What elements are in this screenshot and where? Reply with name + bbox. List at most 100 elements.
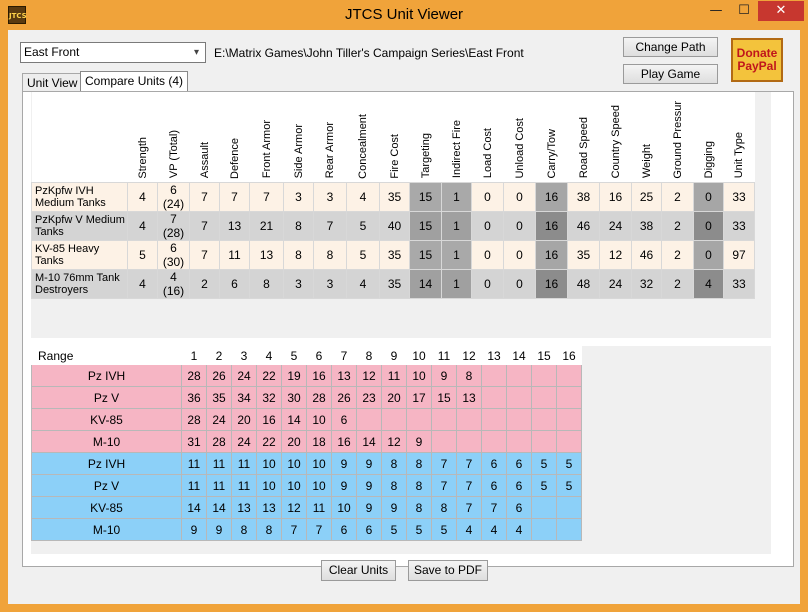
donate-paypal-button[interactable]: Donate PayPal <box>731 38 783 82</box>
table-cell[interactable]: 2 <box>661 268 694 299</box>
column-header[interactable]: Load Cost <box>471 92 504 182</box>
table-cell[interactable]: 38 <box>631 210 662 241</box>
table-cell[interactable]: 15 <box>409 181 442 212</box>
table-cell[interactable]: 7 <box>313 210 347 241</box>
table-cell[interactable]: 33 <box>723 210 755 241</box>
table-cell[interactable]: 0 <box>471 239 504 270</box>
table-row[interactable]: M-10 76mm Tank Destroyers 4 4 (16) 2 6 8 3 3 4 35… <box>31 268 755 299</box>
column-header[interactable]: Concealment <box>346 92 380 182</box>
table-cell[interactable]: 16 <box>535 210 568 241</box>
blue-range-row[interactable]: KV-85 14 14 13 13 12 11 10 9 9 8 8 7 7 6 <box>31 496 582 519</box>
column-header[interactable]: Targeting <box>409 92 442 182</box>
title-bar[interactable]: JTCS JTCS Unit Viewer — ☐ ✕ <box>0 0 808 30</box>
table-cell[interactable]: 6 (24) <box>157 181 190 212</box>
table-cell[interactable]: 1 <box>441 239 472 270</box>
table-row[interactable]: PzKpfw V Medium Tanks 4 7 (28) 7 13 21 8 7 5 40 15… <box>31 210 755 241</box>
table-cell[interactable]: 4 <box>346 268 380 299</box>
close-button[interactable]: ✕ <box>758 1 804 21</box>
table-cell[interactable]: 16 <box>535 181 568 212</box>
table-cell[interactable]: 7 (28) <box>157 210 190 241</box>
blue-range-row[interactable]: Pz V 11 11 11 10 10 10 9 9 8 8 7 7 6 6 5 5 <box>31 474 582 497</box>
table-cell[interactable]: 15 <box>409 239 442 270</box>
table-cell[interactable]: 16 <box>535 268 568 299</box>
column-header[interactable]: Strength <box>127 92 158 182</box>
table-cell[interactable]: 14 <box>409 268 442 299</box>
table-cell[interactable]: 0 <box>693 210 724 241</box>
table-cell[interactable]: 25 <box>631 181 662 212</box>
table-cell[interactable]: 4 <box>127 210 158 241</box>
table-cell[interactable]: 1 <box>441 210 472 241</box>
table-cell[interactable]: 33 <box>723 268 755 299</box>
table-cell[interactable]: 0 <box>471 210 504 241</box>
table-cell[interactable]: 0 <box>693 181 724 212</box>
clear-units-button[interactable]: Clear Units <box>321 560 396 581</box>
table-cell[interactable]: 0 <box>503 268 536 299</box>
table-cell[interactable]: 7 <box>219 181 250 212</box>
table-cell[interactable]: 4 <box>346 181 380 212</box>
table-cell[interactable]: 6 <box>219 268 250 299</box>
column-header[interactable]: Indirect Fire <box>441 92 472 182</box>
table-cell[interactable]: 16 <box>599 181 632 212</box>
unit-name-cell[interactable]: PzKpfw V Medium Tanks <box>31 210 128 241</box>
tab-compare-units[interactable]: Compare Units (4) <box>80 71 189 91</box>
play-game-button[interactable]: Play Game <box>623 64 718 84</box>
table-cell[interactable]: 24 <box>599 210 632 241</box>
column-header[interactable]: Unload Cost <box>503 92 536 182</box>
table-cell[interactable]: 5 <box>346 210 380 241</box>
blue-range-row[interactable]: M-10 9 9 8 8 7 7 6 6 5 5 5 4 4 4 <box>31 518 582 541</box>
table-cell[interactable]: 21 <box>249 210 284 241</box>
table-cell[interactable]: 33 <box>723 181 755 212</box>
table-cell[interactable]: 97 <box>723 239 755 270</box>
change-path-button[interactable]: Change Path <box>623 37 718 57</box>
table-cell[interactable]: 48 <box>567 268 600 299</box>
pink-range-row[interactable]: Pz IVH 28 26 24 22 19 16 13 12 11 10 9 8 <box>31 364 582 387</box>
table-cell[interactable]: 13 <box>249 239 284 270</box>
table-cell[interactable]: 35 <box>567 239 600 270</box>
table-cell[interactable]: 8 <box>313 239 347 270</box>
table-cell[interactable]: 7 <box>189 181 220 212</box>
table-cell[interactable]: 1 <box>441 268 472 299</box>
table-cell[interactable]: 46 <box>631 239 662 270</box>
table-cell[interactable]: 1 <box>441 181 472 212</box>
table-cell[interactable]: 6 (30) <box>157 239 190 270</box>
column-header[interactable]: Ground Pressur <box>661 92 694 182</box>
table-cell[interactable]: 40 <box>379 210 410 241</box>
table-cell[interactable]: 32 <box>631 268 662 299</box>
table-cell[interactable]: 12 <box>599 239 632 270</box>
pink-range-row[interactable]: KV-85 28 24 20 16 14 10 6 <box>31 408 582 431</box>
table-row[interactable]: KV-85 Heavy Tanks 5 6 (30) 7 11 13 8 8 5 35 15 1 0 0 1… <box>31 239 755 270</box>
table-cell[interactable]: 35 <box>379 181 410 212</box>
table-cell[interactable]: 0 <box>503 210 536 241</box>
table-cell[interactable]: 2 <box>189 268 220 299</box>
column-header[interactable]: Carry/Tow <box>535 92 568 182</box>
table-cell[interactable]: 11 <box>219 239 250 270</box>
table-cell[interactable]: 8 <box>283 210 314 241</box>
column-header[interactable]: Assault <box>189 92 220 182</box>
unit-name-cell[interactable]: PzKpfw IVH Medium Tanks <box>31 181 128 212</box>
column-header[interactable]: Fire Cost <box>379 92 410 182</box>
table-cell[interactable]: 8 <box>249 268 284 299</box>
pink-range-row[interactable]: Pz V 36 35 34 32 30 28 26 23 20 17 15 13 <box>31 386 582 409</box>
table-cell[interactable]: 4 <box>127 268 158 299</box>
column-header[interactable]: Unit Type <box>723 92 755 182</box>
table-row[interactable]: PzKpfw IVH Medium Tanks 4 6 (24) 7 7 7 3 3 4 35 15… <box>31 181 755 212</box>
blue-range-row[interactable]: Pz IVH 11 11 11 10 10 10 9 9 8 8 7 7 6 6 5 5 <box>31 452 582 475</box>
table-cell[interactable]: 0 <box>471 181 504 212</box>
table-cell[interactable]: 4 <box>693 268 724 299</box>
table-cell[interactable]: 4 (16) <box>157 268 190 299</box>
table-cell[interactable]: 16 <box>535 239 568 270</box>
tab-unit-view[interactable]: Unit View <box>22 73 83 92</box>
unit-name-cell[interactable]: M-10 76mm Tank Destroyers <box>31 268 128 299</box>
table-cell[interactable]: 2 <box>661 210 694 241</box>
table-cell[interactable]: 24 <box>599 268 632 299</box>
maximize-button[interactable]: ☐ <box>732 1 756 21</box>
table-cell[interactable]: 7 <box>189 239 220 270</box>
table-cell[interactable]: 13 <box>219 210 250 241</box>
table-cell[interactable]: 2 <box>661 239 694 270</box>
table-cell[interactable]: 3 <box>283 268 314 299</box>
table-cell[interactable]: 0 <box>503 181 536 212</box>
table-cell[interactable]: 38 <box>567 181 600 212</box>
column-header[interactable]: Defence <box>219 92 250 182</box>
table-cell[interactable]: 7 <box>189 210 220 241</box>
column-header[interactable]: VP (Total) <box>157 92 190 182</box>
